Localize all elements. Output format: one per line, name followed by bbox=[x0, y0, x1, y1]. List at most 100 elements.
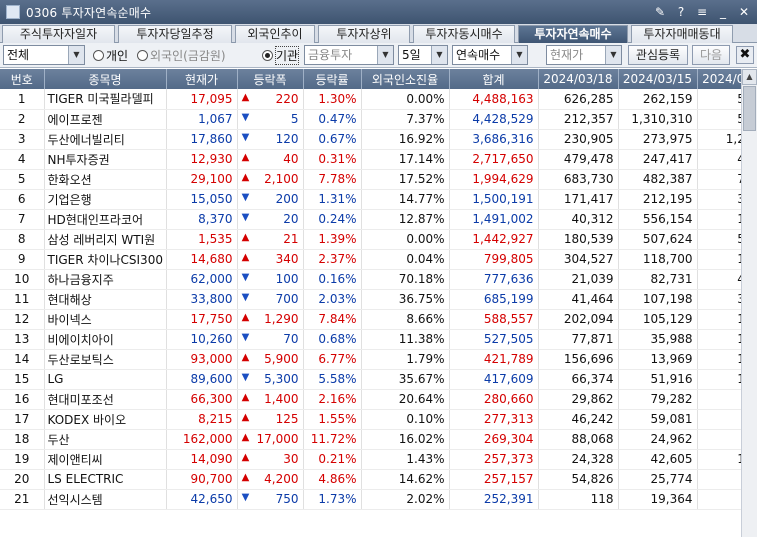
tab-investor-daily[interactable]: 주식투자자일자 bbox=[2, 25, 115, 43]
stock-name: 비에이치아이 bbox=[44, 329, 167, 350]
tab-investor-trading[interactable]: 투자자매매동대 bbox=[631, 25, 733, 43]
table-row[interactable]: 17 KODEX 바이오 8,215 ▲ 125 1.55% 0.10% 277,313 46,… bbox=[0, 409, 741, 430]
foreign-ratio: 0.10% bbox=[361, 409, 450, 430]
radio-individual[interactable]: 개인 bbox=[93, 46, 128, 64]
table-row[interactable]: 19 제이앤티씨 14,090 ▲ 30 0.21% 1.43% 257,373 24,328 4… bbox=[0, 449, 741, 470]
minimize-icon[interactable]: _ bbox=[714, 3, 732, 21]
change-amount: 120 bbox=[275, 132, 299, 146]
date-1-amount: 118 bbox=[538, 489, 619, 510]
pin-icon[interactable]: ✎ bbox=[651, 3, 669, 21]
tab-foreign-trend[interactable]: 외국인추이 bbox=[235, 25, 315, 43]
table-row[interactable]: 14 두산로보틱스 93,000 ▲ 5,900 6.77% 1.79% 421,789 156… bbox=[0, 349, 741, 370]
current-price: 14,680 bbox=[166, 249, 238, 270]
col-header-date-1[interactable]: 2024/03/18 bbox=[538, 69, 619, 89]
date-1-amount: 40,312 bbox=[538, 209, 619, 230]
close-icon[interactable]: ✕ bbox=[735, 3, 753, 21]
col-header-name[interactable]: 종목명 bbox=[44, 69, 167, 89]
stock-name: TIGER 차이나CSI300 bbox=[44, 249, 167, 270]
price-field-select[interactable]: 현재가 ▼ bbox=[546, 45, 622, 65]
date-3-amount: 32 bbox=[697, 289, 741, 310]
current-price: 42,650 bbox=[166, 489, 238, 510]
current-price: 14,090 bbox=[166, 449, 238, 470]
stock-name: 바이넥스 bbox=[44, 309, 167, 330]
radio-institution[interactable]: 기관 bbox=[262, 45, 300, 65]
col-header-price[interactable]: 현재가 bbox=[166, 69, 238, 89]
change-amount: 750 bbox=[275, 492, 299, 506]
table-row[interactable]: 18 두산 162,000 ▲ 17,000 11.72% 16.02% 269,304 88,… bbox=[0, 429, 741, 450]
table-row[interactable]: 8 삼성 레버리지 WTI원 1,535 ▲ 21 1.39% 0.00% 1,442,927… bbox=[0, 229, 741, 250]
change-rate: 0.47% bbox=[303, 109, 362, 130]
row-number: 1 bbox=[0, 89, 45, 110]
next-button[interactable]: 다음 bbox=[692, 45, 730, 65]
table-row[interactable]: 12 바이넥스 17,750 ▲ 1,290 7.84% 8.66% 588,557 202,0… bbox=[0, 309, 741, 330]
radio-institution-label: 기관 bbox=[275, 45, 300, 65]
vertical-scrollbar[interactable]: ▲ bbox=[741, 69, 757, 537]
col-header-foreign-ratio[interactable]: 외국인소진율 bbox=[361, 69, 450, 89]
help-icon[interactable]: ? bbox=[672, 3, 690, 21]
sum-amount: 588,557 bbox=[449, 309, 539, 330]
foreign-ratio: 20.64% bbox=[361, 389, 450, 410]
table-row[interactable]: 6 기업은행 15,050 ▼ 200 1.31% 14.77% 1,500,191 171,4… bbox=[0, 189, 741, 210]
financial-select[interactable]: 금융투자 ▼ bbox=[304, 45, 394, 65]
foreign-ratio: 36.75% bbox=[361, 289, 450, 310]
table-row[interactable]: 1 TIGER 미국필라델피 17,095 ▲ 220 1.30% 0.00% 4,488,1… bbox=[0, 89, 741, 110]
table-row[interactable]: 3 두산에너빌리티 17,860 ▼ 120 0.67% 16.92% 3,686,316 23… bbox=[0, 129, 741, 150]
table-row[interactable]: 16 현대미포조선 66,300 ▲ 1,400 2.16% 20.64% 280,660 29… bbox=[0, 389, 741, 410]
table-row[interactable]: 5 한화오션 29,100 ▲ 2,100 7.78% 17.52% 1,994,629 683… bbox=[0, 169, 741, 190]
watchlist-add-button[interactable]: 관심등록 bbox=[628, 45, 688, 65]
change-rate: 1.39% bbox=[303, 229, 362, 250]
close-icon[interactable]: ✖ bbox=[736, 46, 754, 64]
table-row[interactable]: 7 HD현대인프라코어 8,370 ▼ 20 0.24% 12.87% 1,491,002 40… bbox=[0, 209, 741, 230]
table-row[interactable]: 20 LS ELECTRIC 90,700 ▲ 4,200 4.86% 14.62% 257,… bbox=[0, 469, 741, 490]
col-header-sum[interactable]: 합계 bbox=[449, 69, 539, 89]
col-header-date-3[interactable]: 2024/03 bbox=[697, 69, 741, 89]
sum-amount: 527,505 bbox=[449, 329, 539, 350]
change-amount: 5 bbox=[290, 112, 299, 126]
tab-investor-consecutive[interactable]: 투자자연속매수 bbox=[518, 25, 628, 43]
sum-amount: 799,805 bbox=[449, 249, 539, 270]
current-price: 8,370 bbox=[166, 209, 238, 230]
col-header-change-rate[interactable]: 등락률 bbox=[303, 69, 362, 89]
col-header-date-2[interactable]: 2024/03/15 bbox=[618, 69, 698, 89]
table-row[interactable]: 9 TIGER 차이나CSI300 14,680 ▲ 340 2.37% 0.04% 799,… bbox=[0, 249, 741, 270]
date-1-amount: 77,871 bbox=[538, 329, 619, 350]
col-header-no[interactable]: 번호 bbox=[0, 69, 45, 89]
chevron-down-icon: ▼ bbox=[511, 46, 527, 64]
table-row[interactable]: 21 선익시스템 42,650 ▼ 750 1.73% 2.02% 252,391 118 19,… bbox=[0, 489, 741, 510]
table-row[interactable]: 11 현대해상 33,800 ▼ 700 2.03% 36.75% 685,199 41,464… bbox=[0, 289, 741, 310]
scroll-up-icon[interactable]: ▲ bbox=[742, 69, 757, 85]
menu-icon[interactable]: ≡ bbox=[693, 3, 711, 21]
table-row[interactable]: 10 하나금융지주 62,000 ▼ 100 0.16% 70.18% 777,636 21,0… bbox=[0, 269, 741, 290]
current-price: 8,215 bbox=[166, 409, 238, 430]
date-3-amount: 52 bbox=[697, 89, 741, 110]
date-2-amount: 273,975 bbox=[618, 129, 698, 150]
change-rate: 2.37% bbox=[303, 249, 362, 270]
date-1-amount: 626,285 bbox=[538, 89, 619, 110]
table-row[interactable]: 13 비에이치아이 10,260 ▼ 70 0.68% 11.38% 527,505 77,87… bbox=[0, 329, 741, 350]
table-row[interactable]: 2 에이프로젠 1,067 ▼ 5 0.47% 7.37% 4,428,529 212,357 1… bbox=[0, 109, 741, 130]
triangle-up-icon: ▲ bbox=[241, 412, 250, 423]
price-field-value: 현재가 bbox=[550, 48, 584, 62]
radio-foreign-label: 외국인(금감원) bbox=[150, 48, 226, 63]
radio-dot bbox=[93, 49, 104, 61]
tab-investor-simultaneous[interactable]: 투자자동시매수 bbox=[413, 25, 515, 43]
triangle-down-icon: ▼ bbox=[241, 132, 250, 143]
radio-foreign[interactable]: 외국인(금감원) bbox=[137, 46, 226, 64]
col-header-change[interactable]: 등락폭 bbox=[237, 69, 304, 89]
current-price: 29,100 bbox=[166, 169, 238, 190]
mode-select[interactable]: 연속매수 ▼ bbox=[452, 45, 528, 65]
row-number: 19 bbox=[0, 449, 45, 470]
date-2-amount: 35,988 bbox=[618, 329, 698, 350]
table-row[interactable]: 15 LG 89,600 ▼ 5,300 5.58% 35.67% 417,609 66,374… bbox=[0, 369, 741, 390]
triangle-down-icon: ▼ bbox=[241, 212, 250, 223]
period-select[interactable]: 5일 ▼ bbox=[398, 45, 448, 65]
change-rate: 0.21% bbox=[303, 449, 362, 470]
current-price: 17,860 bbox=[166, 129, 238, 150]
table-row[interactable]: 4 NH투자증권 12,930 ▲ 40 0.31% 17.14% 2,717,650 479,… bbox=[0, 149, 741, 170]
tab-investor-top[interactable]: 투자자상위 bbox=[318, 25, 410, 43]
results-grid: 번호 종목명 현재가 등락폭 등락률 외국인소진율 합계 2024/03/18 … bbox=[0, 69, 741, 537]
date-2-amount: 59,081 bbox=[618, 409, 698, 430]
tab-investor-estimate[interactable]: 투자자당일추정 bbox=[118, 25, 232, 43]
market-select[interactable]: 전체 ▼ bbox=[3, 45, 85, 65]
scroll-thumb[interactable] bbox=[743, 86, 756, 131]
